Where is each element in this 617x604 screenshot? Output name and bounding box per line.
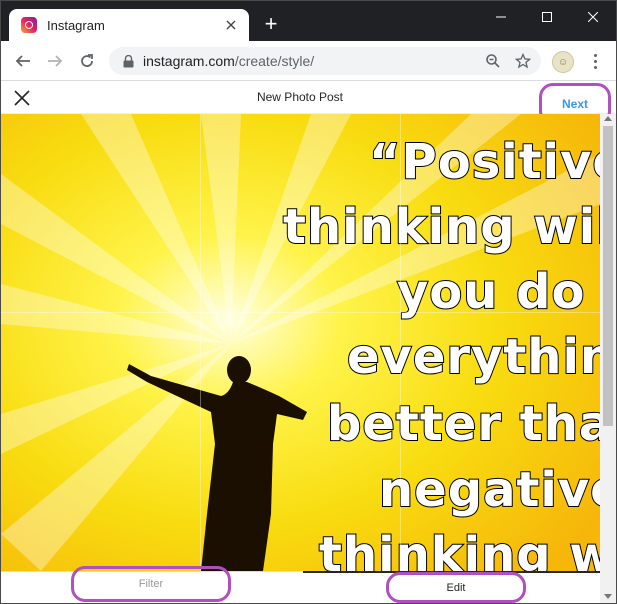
browser-window: Instagram + instagram.com/create/style/ …	[0, 0, 617, 604]
forward-arrow-icon	[48, 55, 63, 67]
tab-edit[interactable]: Edit	[386, 572, 526, 603]
browser-toolbar: instagram.com/create/style/ ☺	[1, 41, 616, 81]
quote-line: thinking wil	[318, 526, 600, 571]
tab-close-icon[interactable]	[221, 15, 241, 35]
tab-title: Instagram	[47, 17, 105, 33]
new-tab-button[interactable]: +	[259, 13, 283, 37]
url-host: instagram.com	[143, 53, 235, 69]
page-scrollbar[interactable]	[600, 114, 616, 603]
quote-line: everything	[346, 328, 600, 386]
reload-icon	[81, 54, 93, 67]
instagram-favicon-icon	[21, 17, 37, 33]
quote-line: negative	[378, 461, 600, 519]
crop-grid-line	[200, 114, 201, 571]
quote-line: better tha	[326, 395, 600, 453]
tab-filter[interactable]: Filter	[71, 566, 231, 602]
reload-button[interactable]	[73, 47, 101, 75]
maximize-button[interactable]	[524, 1, 570, 33]
browser-tab[interactable]: Instagram	[9, 9, 249, 41]
url-text[interactable]: instagram.com/create/style/	[143, 53, 481, 69]
post-header: New Photo Post	[1, 81, 616, 114]
forward-button[interactable]	[41, 47, 69, 75]
bookmark-star-icon[interactable]	[511, 49, 535, 73]
lock-icon	[121, 53, 135, 69]
page-title: New Photo Post	[256, 90, 344, 104]
minimize-button[interactable]	[478, 1, 524, 33]
window-close-button[interactable]	[570, 1, 616, 33]
browser-menu-icon[interactable]	[585, 51, 605, 71]
back-arrow-icon	[15, 55, 30, 67]
scroll-up-arrow-icon[interactable]	[604, 116, 612, 121]
back-button[interactable]	[9, 47, 37, 75]
profile-avatar[interactable]: ☺	[552, 51, 574, 73]
url-path: /create/style/	[234, 53, 315, 69]
photo-preview: “Positive thinking will you do everythin…	[1, 114, 600, 571]
quote-line: “Positive	[368, 133, 600, 191]
crop-grid-line	[1, 312, 600, 313]
quote-line: thinking will	[282, 198, 600, 256]
address-bar[interactable]: instagram.com/create/style/	[109, 47, 541, 75]
crop-grid-line	[400, 114, 401, 571]
zoom-icon[interactable]	[481, 49, 505, 73]
scroll-thumb[interactable]	[603, 126, 613, 426]
scroll-down-arrow-icon[interactable]	[604, 594, 612, 599]
tab-strip: Instagram +	[1, 1, 616, 41]
